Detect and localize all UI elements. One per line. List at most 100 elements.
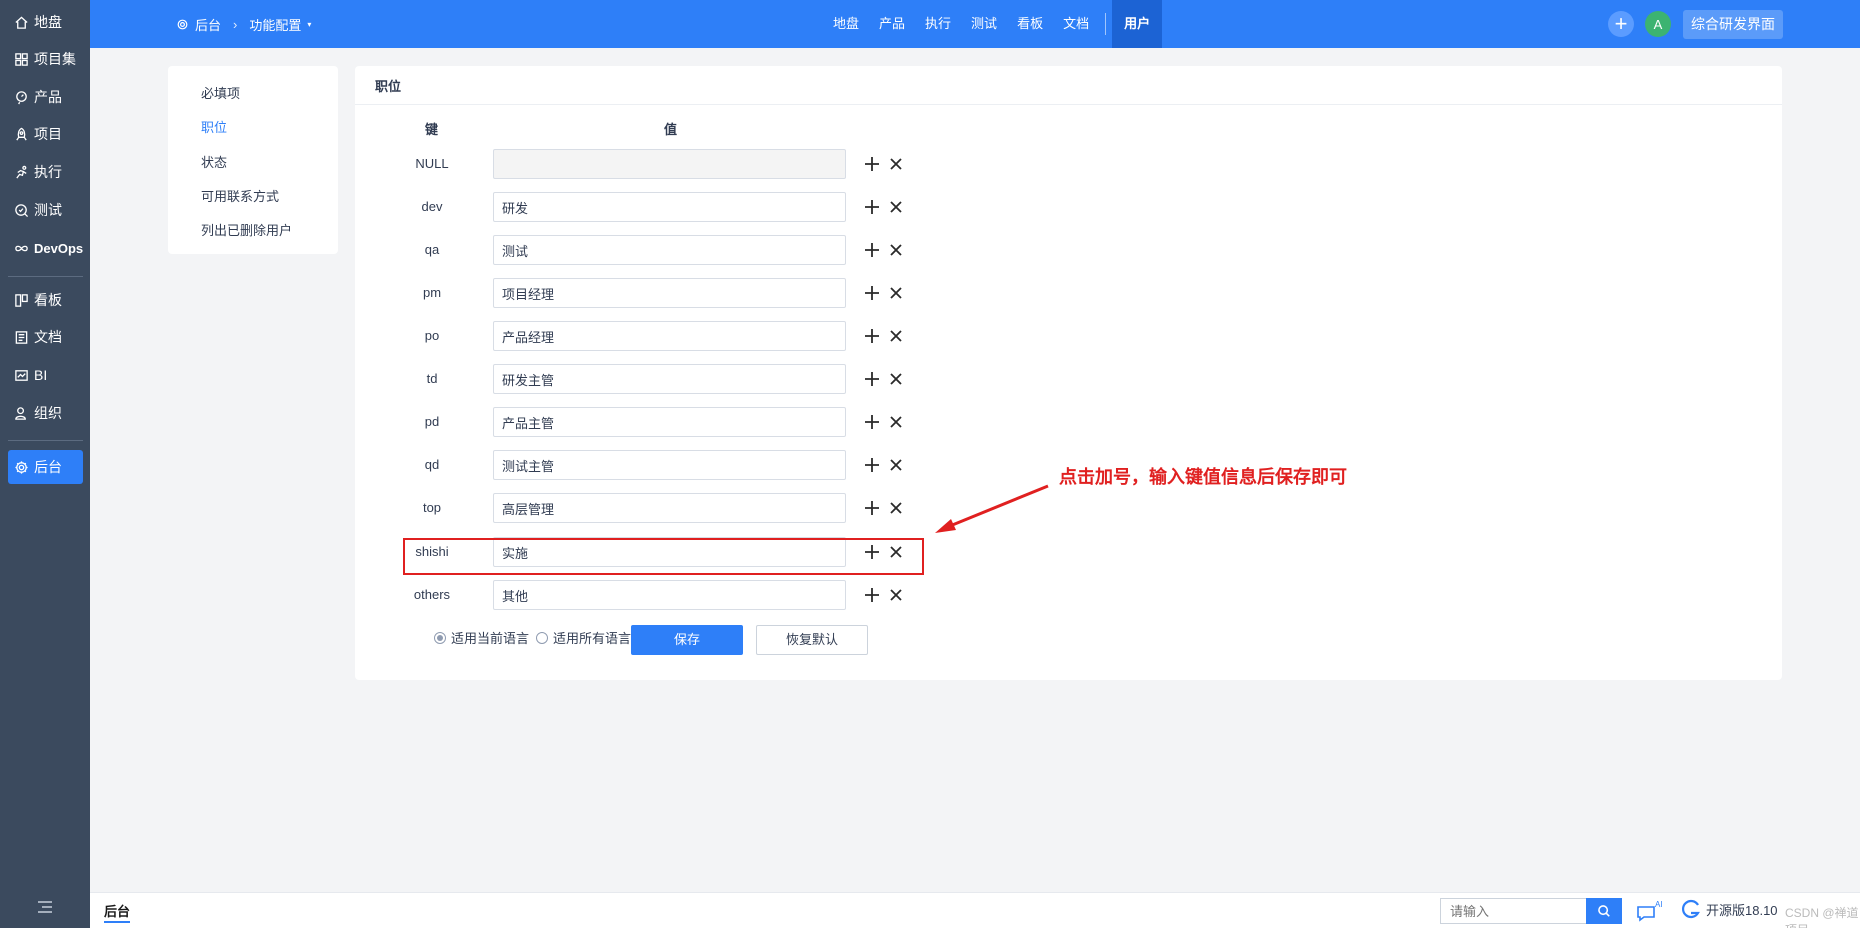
top-nav: 地盘 产品 执行 测试 看板 文档 用户 [823, 0, 1163, 48]
delete-row-close-icon[interactable] [884, 152, 908, 176]
add-row-plus-icon[interactable] [860, 281, 884, 305]
product-icon [16, 90, 27, 104]
sidebar-divider [8, 276, 83, 277]
table-row: NULL [355, 149, 1155, 179]
csdn-watermark: CSDN @禅道项目 [1785, 906, 1859, 928]
sidebar-item-org[interactable]: 组织 [8, 396, 83, 430]
row-value-input[interactable] [493, 278, 846, 308]
sidebar-item-doc[interactable]: 文档 [8, 320, 83, 354]
workspace-switch-button[interactable]: 综合研发界面 [1683, 10, 1783, 39]
delete-row-close-icon[interactable] [884, 410, 908, 434]
table-row: pd [355, 407, 1155, 437]
add-row-plus-icon[interactable] [860, 583, 884, 607]
radio-current-language[interactable]: 适用当前语言 [434, 628, 529, 647]
breadcrumb: 后台 › 功能配置 ▾ [176, 0, 311, 48]
settings-item-role[interactable]: 职位 [201, 117, 227, 136]
breadcrumb-root[interactable]: 后台 [195, 15, 221, 34]
row-key: dev [421, 199, 443, 214]
sidebar-item-project[interactable]: 项目 [8, 117, 83, 151]
delete-row-close-icon[interactable] [884, 324, 908, 348]
add-row-plus-icon[interactable] [860, 238, 884, 262]
sidebar-item-label: 产品 [34, 89, 62, 105]
row-value-input[interactable] [493, 450, 846, 480]
row-value-input[interactable] [493, 192, 846, 222]
row-value-input[interactable] [493, 235, 846, 265]
sidebar-item-product[interactable]: 产品 [8, 80, 83, 114]
role-config-panel: 职位 键 值 NULL dev qa pm po td pd [355, 66, 1782, 680]
sidebar-divider [8, 440, 83, 441]
add-row-plus-icon[interactable] [860, 195, 884, 219]
radio-button[interactable] [434, 631, 446, 644]
sidebar-item-label: 看板 [34, 292, 62, 308]
delete-row-close-icon[interactable] [884, 583, 908, 607]
ai-chat-icon[interactable]: AI [1635, 899, 1665, 923]
nav-item-product[interactable]: 产品 [869, 0, 915, 48]
panel-title: 职位 [375, 79, 402, 94]
delete-row-close-icon[interactable] [884, 367, 908, 391]
gear-icon [177, 19, 188, 29]
bottom-tab-admin[interactable]: 后台 [104, 901, 131, 923]
row-key: qa [424, 242, 440, 257]
nav-item-user[interactable]: 用户 [1112, 0, 1163, 48]
add-row-plus-icon[interactable] [860, 453, 884, 477]
nav-item-dashboard[interactable]: 地盘 [823, 0, 869, 48]
sidebar-item-execution[interactable]: 执行 [8, 155, 83, 189]
nav-item-execution[interactable]: 执行 [915, 0, 961, 48]
create-plus-icon[interactable]: + [1608, 11, 1634, 37]
sidebar-item-dashboard[interactable]: 地盘 [8, 5, 83, 39]
row-value-input[interactable] [493, 321, 846, 351]
sidebar-item-devops[interactable]: DevOps [8, 231, 83, 265]
row-value-input[interactable] [493, 493, 846, 523]
save-button[interactable]: 保存 [631, 625, 743, 655]
caret-down-icon[interactable]: ▾ [307, 20, 311, 29]
settings-item-contacts[interactable]: 可用联系方式 [201, 186, 279, 205]
row-key: td [426, 371, 438, 386]
add-row-plus-icon[interactable] [860, 152, 884, 176]
add-row-plus-icon[interactable] [860, 367, 884, 391]
settings-item-required[interactable]: 必填项 [201, 83, 240, 102]
row-key: top [422, 500, 442, 515]
row-key: po [424, 328, 440, 343]
sidebar-item-label: 地盘 [34, 14, 62, 30]
avatar[interactable]: A [1645, 11, 1671, 37]
reset-default-button[interactable]: 恢复默认 [756, 625, 868, 655]
delete-row-close-icon[interactable] [884, 496, 908, 520]
sidebar-item-label: BI [34, 367, 48, 383]
nav-item-doc[interactable]: 文档 [1053, 0, 1099, 48]
annotation-highlight-box [403, 538, 924, 575]
search-input[interactable] [1440, 898, 1586, 924]
delete-row-close-icon[interactable] [884, 238, 908, 262]
sidebar-item-program[interactable]: 项目集 [8, 42, 83, 76]
sidebar-item-test[interactable]: 测试 [8, 193, 83, 227]
settings-item-deleted-users[interactable]: 列出已删除用户 [201, 220, 292, 239]
sidebar-item-kanban[interactable]: 看板 [8, 283, 83, 317]
annotation-callout: 点击加号，输入键值信息后保存即可 [1059, 467, 1347, 487]
nav-item-test[interactable]: 测试 [961, 0, 1007, 48]
delete-row-close-icon[interactable] [884, 453, 908, 477]
row-value-input[interactable] [493, 580, 846, 610]
sidebar-item-label: 测试 [34, 202, 62, 218]
sidebar-item-label: 项目 [34, 126, 62, 142]
version-info[interactable]: 开源版18.10 [1680, 898, 1778, 920]
nav-item-kanban[interactable]: 看板 [1007, 0, 1053, 48]
menu-collapse-icon[interactable] [36, 898, 54, 916]
add-row-plus-icon[interactable] [860, 496, 884, 520]
svg-text:AI: AI [1655, 900, 1663, 909]
row-value-input[interactable] [493, 364, 846, 394]
breadcrumb-current[interactable]: 功能配置 [249, 15, 301, 34]
settings-item-status[interactable]: 状态 [201, 152, 227, 171]
sidebar-item-admin[interactable]: 后台 [8, 450, 83, 484]
add-row-plus-icon[interactable] [860, 410, 884, 434]
sidebar-item-bi[interactable]: BI [8, 358, 83, 392]
delete-row-close-icon[interactable] [884, 281, 908, 305]
row-key: pm [422, 285, 442, 300]
radio-button[interactable] [536, 631, 548, 644]
add-row-plus-icon[interactable] [860, 324, 884, 348]
delete-row-close-icon[interactable] [884, 195, 908, 219]
search-button[interactable] [1586, 898, 1622, 924]
settings-menu: 必填项 职位 状态 可用联系方式 列出已删除用户 [168, 66, 338, 254]
radio-all-languages[interactable]: 适用所有语言 [536, 628, 631, 647]
sidebar-item-label: 组织 [34, 405, 62, 421]
test-icon [15, 203, 29, 217]
row-value-input[interactable] [493, 407, 846, 437]
